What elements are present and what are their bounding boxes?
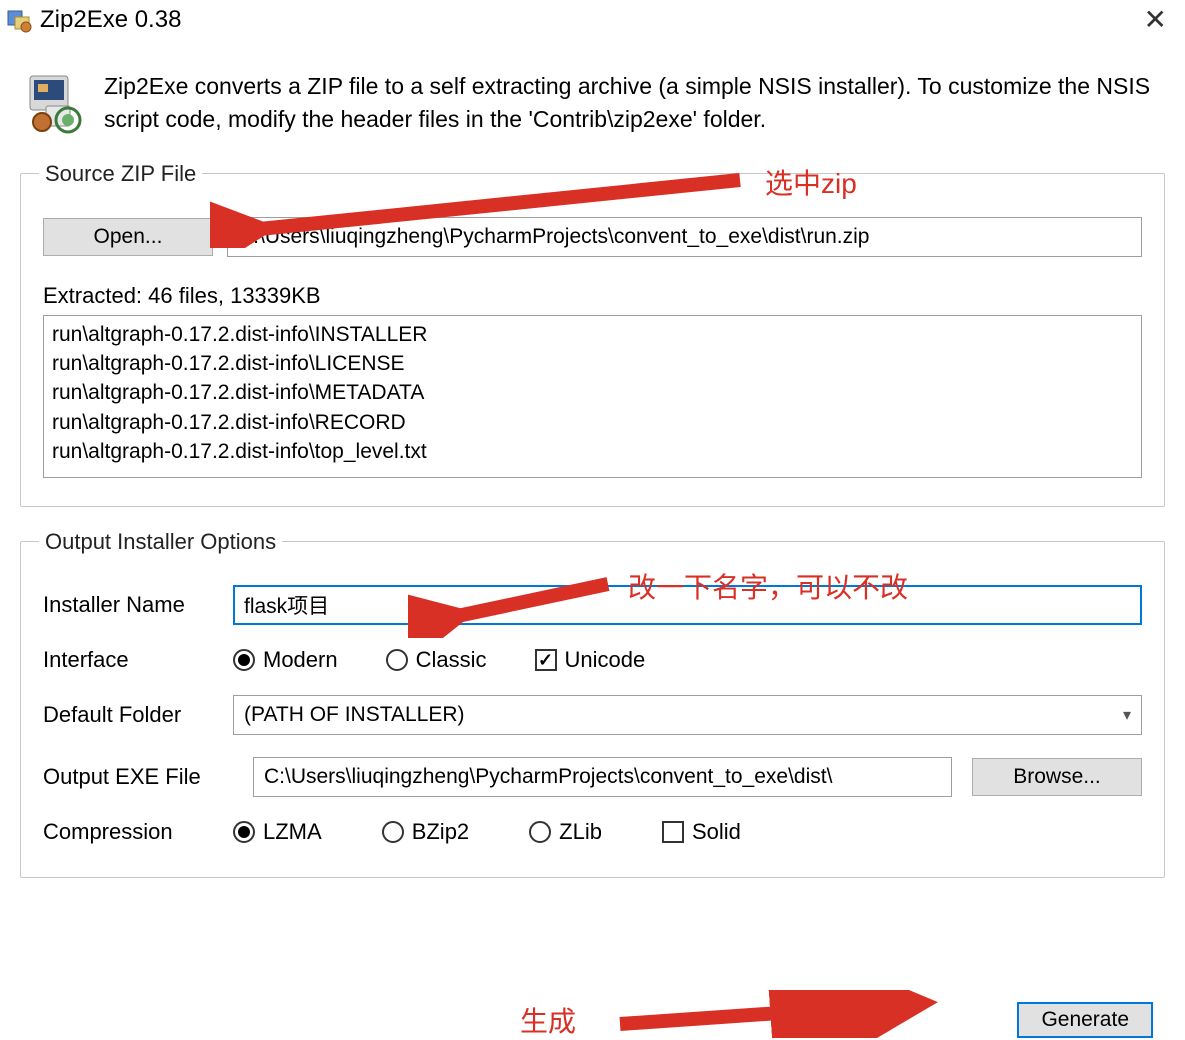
select-value: (PATH OF INSTALLER) <box>244 703 465 727</box>
output-exe-label: Output EXE File <box>43 764 233 790</box>
output-exe-input[interactable] <box>253 757 952 797</box>
list-item[interactable]: run\altgraph-0.17.2.dist-info\RECORD <box>52 408 1133 437</box>
check-label: Solid <box>692 819 741 845</box>
radio-icon <box>233 821 255 843</box>
installer-name-label: Installer Name <box>43 592 233 618</box>
compression-label: Compression <box>43 819 233 845</box>
radio-label: Modern <box>263 647 338 673</box>
compression-solid-check[interactable]: Solid <box>662 819 741 845</box>
compression-lzma-radio[interactable]: LZMA <box>233 819 322 845</box>
check-icon <box>535 649 557 671</box>
default-folder-select[interactable]: (PATH OF INSTALLER) ▾ <box>233 695 1142 735</box>
intro-section: Zip2Exe converts a ZIP file to a self ex… <box>20 52 1165 161</box>
interface-unicode-check[interactable]: Unicode <box>535 647 646 673</box>
arrow-icon <box>610 990 950 1038</box>
generate-button[interactable]: Generate <box>1017 1002 1153 1038</box>
radio-label: BZip2 <box>412 819 469 845</box>
browse-button[interactable]: Browse... <box>972 758 1142 796</box>
close-icon[interactable]: ✕ <box>1134 2 1177 38</box>
intro-icon <box>24 70 88 134</box>
radio-label: ZLib <box>559 819 602 845</box>
chevron-down-icon: ▾ <box>1123 705 1131 725</box>
source-zip-legend: Source ZIP File <box>39 161 202 187</box>
check-label: Unicode <box>565 647 646 673</box>
radio-label: LZMA <box>263 819 322 845</box>
compression-zlib-radio[interactable]: ZLib <box>529 819 602 845</box>
radio-label: Classic <box>416 647 487 673</box>
radio-icon <box>386 649 408 671</box>
list-item[interactable]: run\altgraph-0.17.2.dist-info\METADATA <box>52 378 1133 407</box>
interface-label: Interface <box>43 647 233 673</box>
extracted-files-list[interactable]: run\altgraph-0.17.2.dist-info\INSTALLER … <box>43 315 1142 478</box>
output-options-group: Output Installer Options Installer Name … <box>20 529 1165 878</box>
source-path-input[interactable] <box>227 217 1142 257</box>
window-title: Zip2Exe 0.38 <box>40 6 181 34</box>
radio-icon <box>529 821 551 843</box>
radio-icon <box>233 649 255 671</box>
compression-bzip2-radio[interactable]: BZip2 <box>382 819 469 845</box>
interface-modern-radio[interactable]: Modern <box>233 647 338 673</box>
installer-name-input[interactable] <box>233 585 1142 625</box>
annotation-generate: 生成 <box>520 1000 576 1040</box>
list-item[interactable]: run\altgraph-0.17.2.dist-info\INSTALLER <box>52 320 1133 349</box>
check-icon <box>662 821 684 843</box>
radio-icon <box>382 821 404 843</box>
source-zip-group: Source ZIP File Open... Extracted: 46 fi… <box>20 161 1165 507</box>
interface-classic-radio[interactable]: Classic <box>386 647 487 673</box>
extracted-label: Extracted: 46 files, 13339KB <box>43 283 1142 309</box>
output-options-legend: Output Installer Options <box>39 529 282 555</box>
default-folder-label: Default Folder <box>43 702 233 728</box>
titlebar: Zip2Exe 0.38 ✕ <box>0 0 1185 44</box>
list-item[interactable]: run\altgraph-0.17.2.dist-info\LICENSE <box>52 349 1133 378</box>
open-button[interactable]: Open... <box>43 218 213 256</box>
app-icon <box>6 7 32 33</box>
intro-text: Zip2Exe converts a ZIP file to a self ex… <box>104 70 1161 137</box>
list-item[interactable]: run\altgraph-0.17.2.dist-info\top_level.… <box>52 437 1133 466</box>
